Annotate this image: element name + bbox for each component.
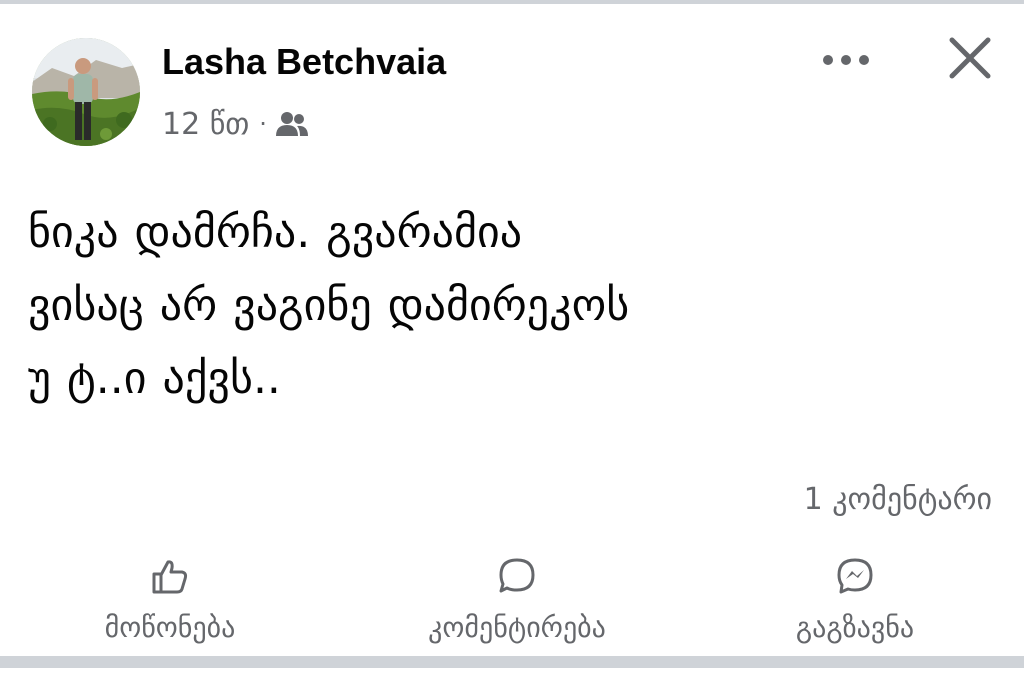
comment-button[interactable]: კომენტირება [372,548,662,652]
comment-icon [495,554,539,598]
top-divider [0,0,1024,4]
friends-icon[interactable] [275,110,309,138]
close-icon [949,37,991,79]
send-label: გაგზავნა [795,611,915,644]
more-options-button[interactable] [814,40,878,80]
send-button[interactable]: გაგზავნა [745,548,965,652]
messenger-icon [833,554,877,598]
post-time[interactable]: 12 წთ [162,107,249,142]
post-text: ნიკა დამრჩა. გვარამია ვისაც არ ვაგინე და… [28,207,630,404]
close-button[interactable] [938,28,1002,88]
like-button[interactable]: მოწონება [60,548,280,652]
comment-label: კომენტირება [428,611,606,644]
like-label: მოწონება [104,611,236,644]
thumbs-up-icon [148,554,192,598]
bottom-divider [0,656,1024,668]
author-name[interactable]: Lasha Betchvaia [162,40,446,84]
avatar[interactable] [32,38,140,146]
more-options-icon [823,55,869,65]
avatar-photo [32,38,140,146]
meta-separator: · [259,110,267,138]
comment-count-link[interactable]: 1 კომენტარი [804,478,992,522]
post-meta: 12 წთ · [162,104,309,144]
post-actions: მოწონება კომენტირება გაგზავნა [0,548,1024,652]
